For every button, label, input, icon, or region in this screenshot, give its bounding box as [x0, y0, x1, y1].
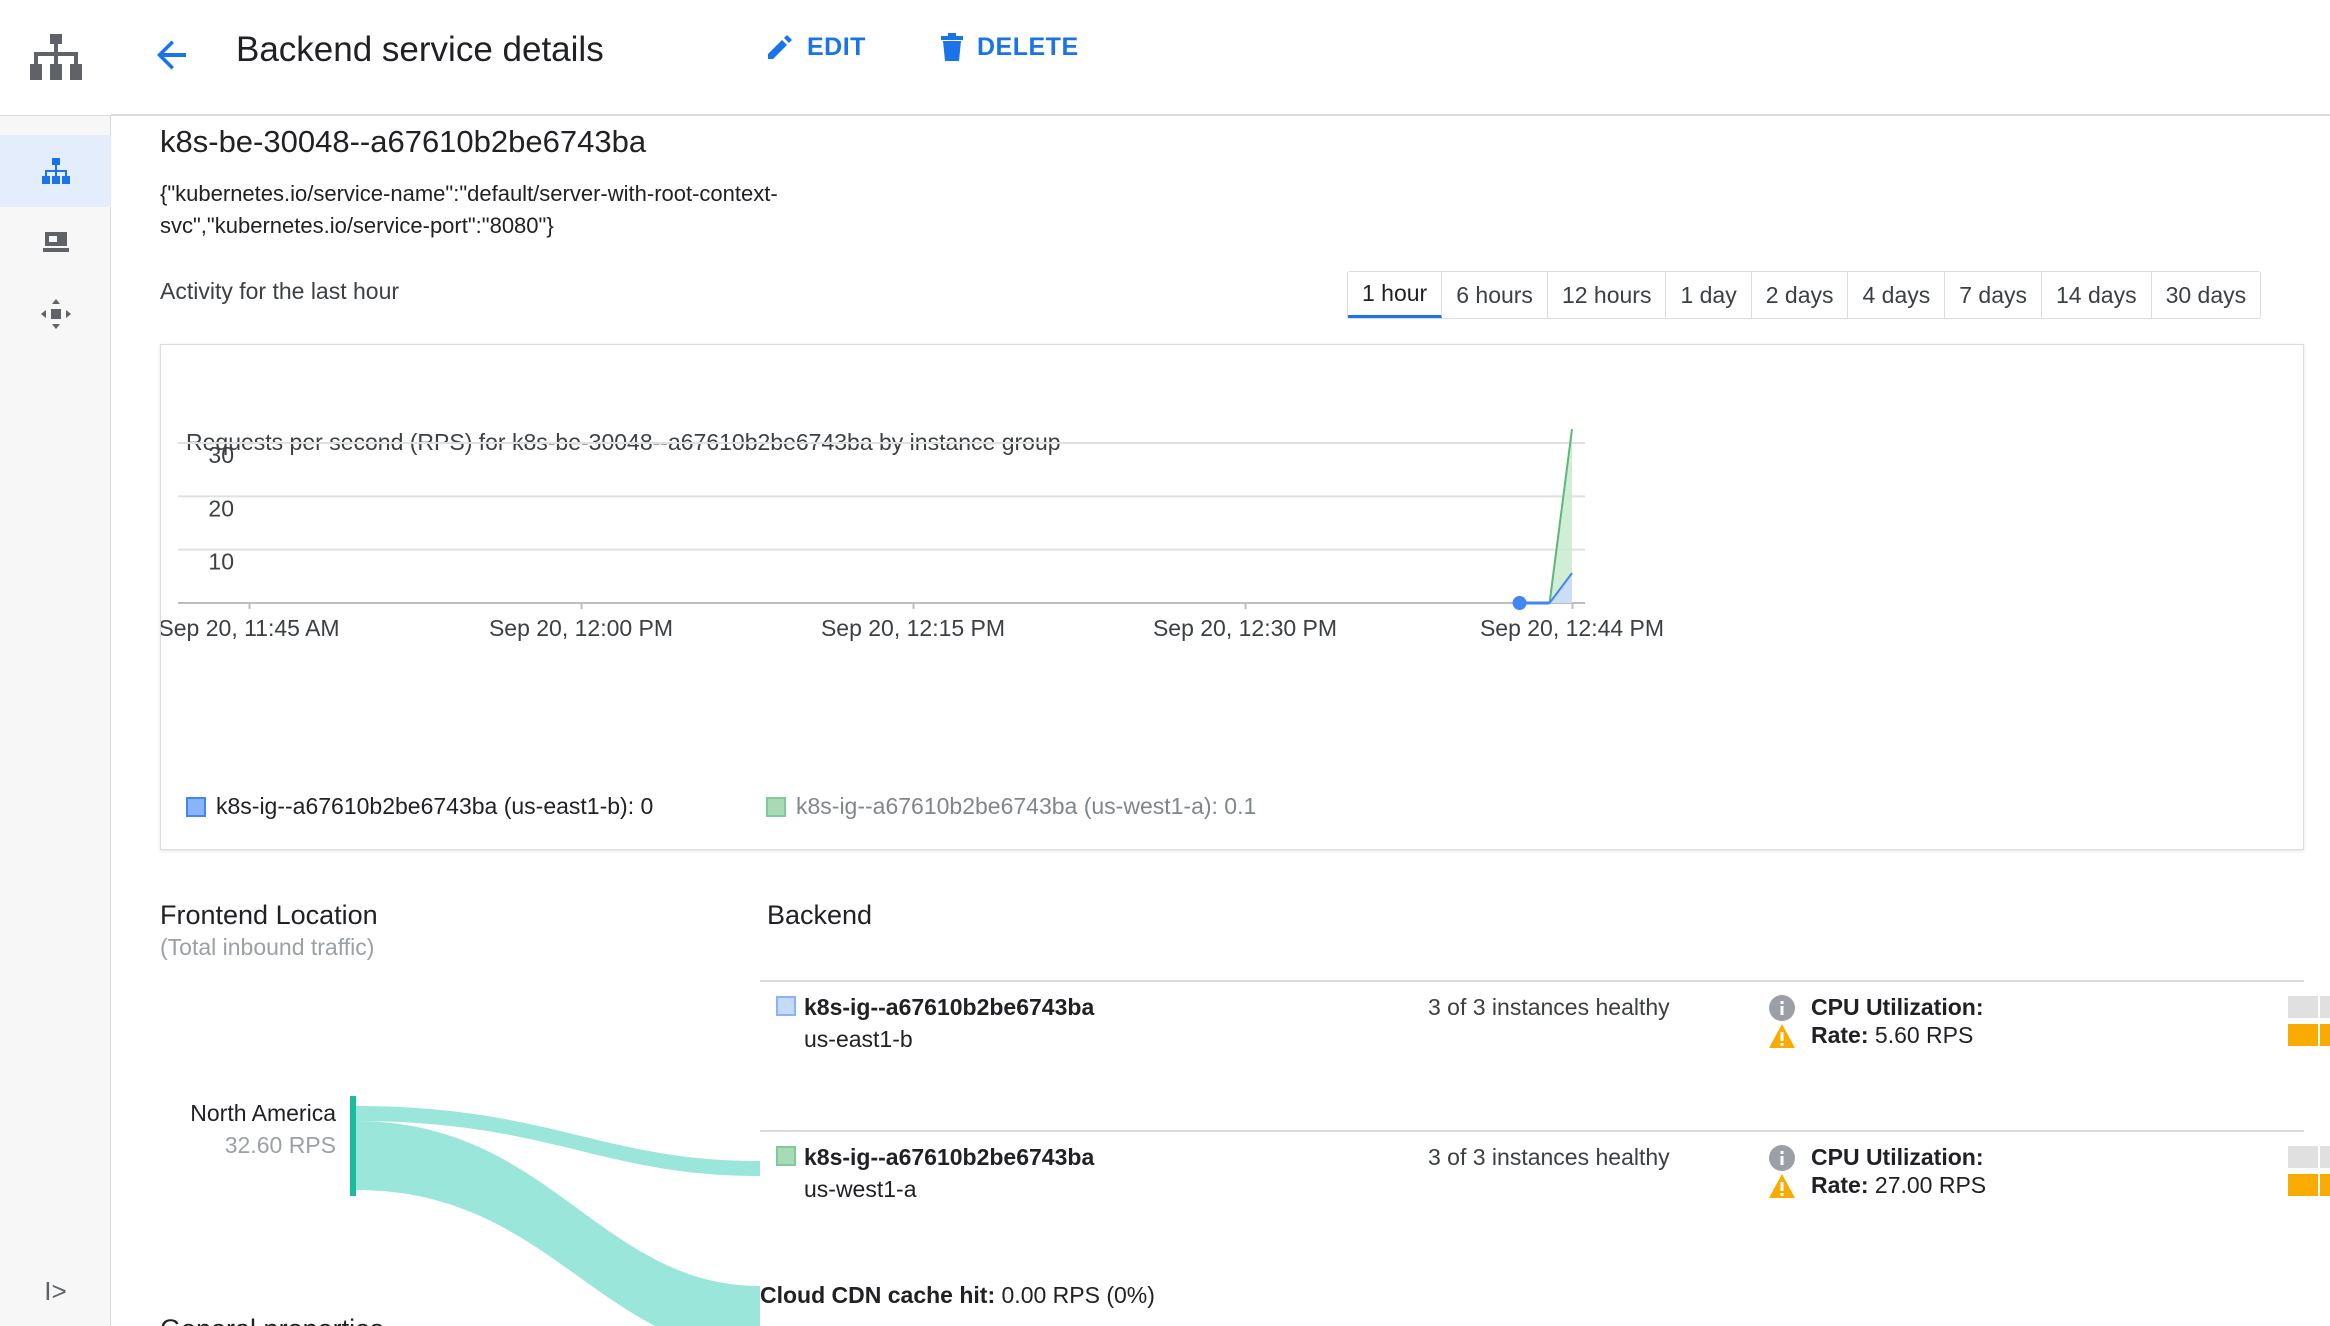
time-range-selector: 1 hour 6 hours 12 hours 1 day 2 days 4 days 7 …	[1347, 271, 2262, 319]
page-header: Backend service details EDIT DELETE	[111, 0, 2330, 116]
backend-title: Backend	[767, 900, 873, 930]
instance-health-status: 3 of 3 instances healthy	[1428, 1144, 1670, 1170]
rate-metric: Rate: 27.00 RPS	[1811, 1172, 1986, 1199]
cdn-cache-hit-value: 0.00 RPS (0%)	[1001, 1282, 1155, 1308]
cpu-utilization-key: CPU Utilization:	[1811, 1144, 1984, 1170]
rps-chart-card: Requests per second (RPS) for k8s-be-300…	[160, 344, 2304, 850]
y-tick-label: 20	[208, 495, 234, 521]
cdn-cache-hit: Cloud CDN cache hit: 0.00 RPS (0%)	[760, 1282, 1155, 1309]
x-tick-label: Sep 20, 12:30 PM	[1153, 615, 1337, 641]
data-point[interactable]	[1512, 596, 1527, 610]
instance-group-zone: us-east1-b	[804, 1026, 913, 1052]
backend-row: k8s-ig--a67610b2be6743ba us-east1-b 3 of…	[760, 982, 2330, 1112]
rate-metric: Rate: 5.60 RPS	[1811, 1022, 1973, 1049]
warning-icon	[1769, 1024, 1795, 1048]
left-nav-rail: I>	[0, 0, 111, 1326]
traffic-flow-diagram	[350, 1096, 760, 1326]
frontend-location-subtitle: (Total inbound traffic)	[160, 934, 375, 960]
legend-item-us-east1-b[interactable]: k8s-ig--a67610b2be6743ba (us-east1-b): 0	[186, 793, 653, 820]
frontend-region-name: North America	[190, 1100, 336, 1126]
rate-bar	[2288, 1024, 2330, 1046]
expand-rail-icon[interactable]: I>	[0, 1266, 111, 1316]
x-tick-label: Sep 20, 12:00 PM	[489, 615, 673, 641]
backend-color-swatch	[776, 1146, 796, 1166]
frontend-location-title: Frontend Location	[160, 900, 378, 930]
cpu-utilization-label: CPU Utilization:	[1811, 1144, 1984, 1171]
backend-row: k8s-ig--a67610b2be6743ba us-west1-a 3 of…	[760, 1132, 2330, 1262]
delete-button[interactable]: DELETE	[939, 32, 1079, 62]
rps-chart: 10 20 30 Sep 20, 11:45 AM Sep 20, 12:00 PM Se…	[161, 429, 1664, 641]
warning-icon	[1769, 1174, 1795, 1198]
trash-icon	[941, 33, 963, 61]
time-range-option[interactable]: 30 days	[2152, 272, 2261, 318]
rate-value: 27.00 RPS	[1874, 1172, 1987, 1198]
time-range-option[interactable]: 7 days	[1945, 272, 2043, 318]
x-tick-label: Sep 20, 11:45 AM	[161, 615, 340, 641]
back-arrow-icon[interactable]	[147, 30, 197, 80]
time-range-option[interactable]: 6 hours	[1442, 272, 1548, 318]
x-tick-label: Sep 20, 12:44 PM	[1480, 615, 1664, 641]
delete-button-label: DELETE	[977, 32, 1079, 61]
flow-to-us-west1-a	[356, 1121, 760, 1326]
cpu-utilization-label: CPU Utilization:	[1811, 994, 1984, 1021]
time-range-option[interactable]: 1 hour	[1348, 272, 1443, 318]
instance-health-status: 3 of 3 instances healthy	[1428, 994, 1670, 1020]
load-balancing-nav-icon[interactable]	[0, 135, 111, 207]
y-tick-label: 10	[208, 549, 234, 575]
info-icon[interactable]	[1768, 1144, 1796, 1172]
instance-group-zone: us-west1-a	[804, 1176, 917, 1202]
time-range-option[interactable]: 2 days	[1752, 272, 1849, 318]
time-range-option[interactable]: 12 hours	[1548, 272, 1667, 318]
rate-key: Rate:	[1811, 1172, 1869, 1198]
general-properties-title: General properties	[160, 1314, 384, 1326]
y-tick-label: 30	[208, 442, 234, 468]
page-title: Backend service details	[236, 30, 604, 69]
region-node-bar	[350, 1096, 356, 1196]
pencil-icon	[768, 35, 792, 59]
traffic-director-nav-icon[interactable]	[0, 278, 111, 350]
time-range-option[interactable]: 14 days	[2042, 272, 2152, 318]
network-services-logo-icon[interactable]	[0, 0, 111, 116]
info-icon[interactable]	[1768, 994, 1796, 1022]
legend-item-us-west1-a[interactable]: k8s-ig--a67610b2be6743ba (us-west1-a): 0…	[766, 793, 1256, 820]
backend-service-description: {"kubernetes.io/service-name":"default/s…	[160, 181, 778, 238]
rate-value: 5.60 RPS	[1874, 1022, 1974, 1048]
instance-group-link[interactable]: k8s-ig--a67610b2be6743ba	[804, 994, 1094, 1021]
backend-color-swatch	[776, 996, 796, 1016]
activity-label: Activity for the last hour	[160, 278, 400, 304]
cpu-utilization-key: CPU Utilization:	[1811, 994, 1984, 1020]
cpu-utilization-bar	[2288, 996, 2330, 1018]
instance-group-link[interactable]: k8s-ig--a67610b2be6743ba	[804, 1144, 1094, 1171]
edit-button-label: EDIT	[807, 32, 866, 61]
frontend-region-rps: 32.60 RPS	[224, 1132, 336, 1158]
edit-button[interactable]: EDIT	[765, 32, 866, 62]
x-tick-label: Sep 20, 12:15 PM	[821, 615, 1005, 641]
cpu-utilization-bar	[2288, 1146, 2330, 1168]
legend-label: k8s-ig--a67610b2be6743ba (us-east1-b): 0	[216, 793, 654, 819]
rate-bar	[2288, 1174, 2330, 1196]
rate-key: Rate:	[1811, 1022, 1869, 1048]
backend-service-name: k8s-be-30048--a67610b2be6743ba	[160, 124, 647, 159]
time-range-option[interactable]: 1 day	[1666, 272, 1752, 318]
legend-label: k8s-ig--a67610b2be6743ba (us-west1-a): 0…	[796, 793, 1257, 819]
legend-swatch	[766, 796, 786, 817]
cloud-cdn-nav-icon[interactable]	[0, 207, 111, 279]
time-range-option[interactable]: 4 days	[1848, 272, 1946, 318]
cdn-cache-hit-label: Cloud CDN cache hit:	[760, 1282, 996, 1308]
legend-swatch	[186, 796, 206, 817]
